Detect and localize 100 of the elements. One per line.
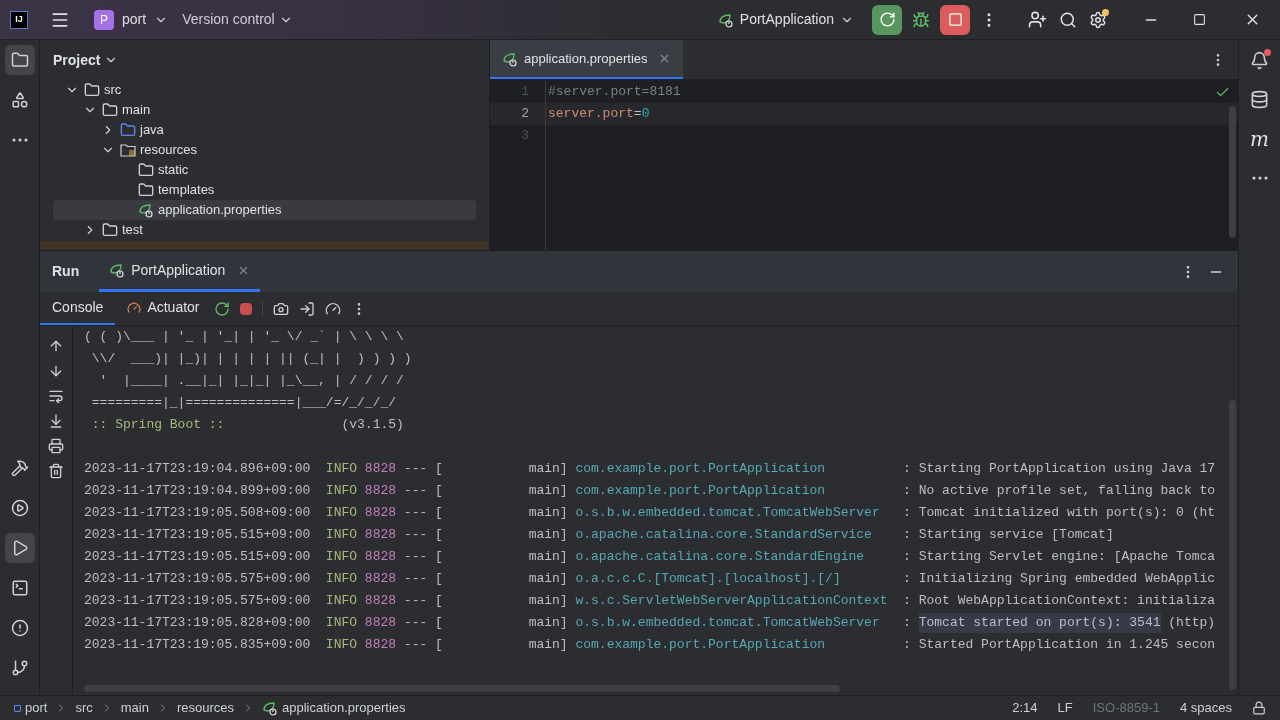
log-pid: 8828: [364, 548, 398, 567]
search-icon[interactable]: [1059, 10, 1077, 29]
settings-button[interactable]: [1089, 10, 1107, 29]
log-message: No active profile set, falling back to: [918, 482, 1216, 501]
stop-icon[interactable]: [239, 302, 252, 315]
printer-icon[interactable]: [48, 438, 64, 454]
module-icon: [14, 704, 21, 712]
log-separator: ---: [403, 483, 428, 499]
more-icon: [1251, 176, 1268, 180]
log-timestamp: 2023-11-17T23:19:05.575+09:00: [84, 570, 312, 589]
folder-icon: [84, 82, 100, 98]
banner-line: =========|_|==============|___/=/_/_/_/: [90, 394, 397, 413]
database-button[interactable]: [1250, 90, 1269, 109]
log-thread: main]: [528, 615, 568, 631]
banner-version: (v3.1.5): [341, 416, 404, 435]
arrow-up-icon[interactable]: [48, 338, 64, 354]
maximize-icon[interactable]: [1193, 13, 1206, 26]
log-level: INFO: [325, 504, 359, 523]
log-bracket: [: [435, 483, 443, 499]
lock-icon[interactable]: [1252, 701, 1266, 715]
shapes-icon: [10, 91, 29, 109]
folder-icon: [102, 222, 118, 238]
cursor-position[interactable]: 2:14: [1012, 698, 1038, 718]
login-icon[interactable]: [298, 300, 315, 317]
code-comment: #server.port=8181: [548, 83, 681, 102]
arrow-down-icon[interactable]: [48, 363, 64, 379]
tree-item[interactable]: application.properties: [53, 200, 476, 220]
log-timestamp: 2023-11-17T23:19:05.828+09:00: [84, 614, 312, 633]
maven-button[interactable]: m: [1250, 129, 1269, 149]
log-separator: ---: [403, 549, 428, 565]
wrap-icon[interactable]: [48, 388, 64, 404]
panel-title[interactable]: Project: [53, 49, 119, 71]
code-line: server.port=0: [548, 105, 650, 124]
log-colon: :: [903, 505, 911, 521]
log-level: INFO: [325, 592, 359, 611]
spring-icon: [109, 262, 126, 278]
rerun-icon[interactable]: [213, 300, 230, 317]
tool-window-title: Run: [52, 262, 80, 281]
tree-item[interactable]: src: [53, 80, 476, 100]
editor-tab[interactable]: application.properties: [490, 40, 683, 79]
log-separator: ---: [403, 593, 428, 609]
scroll-end-icon[interactable]: [48, 413, 64, 429]
log-separator: ---: [403, 615, 428, 631]
log-logger: o.apache.catalina.core.StandardService: [575, 527, 872, 543]
log-message: Starting service [Tomcat]: [918, 526, 1114, 545]
actuator-tab[interactable]: Actuator: [115, 292, 212, 325]
breadcrumb[interactable]: main: [120, 698, 149, 718]
log-pid: 8828: [364, 460, 398, 479]
log-pid: 8828: [364, 504, 398, 523]
app-logo[interactable]: IJ: [10, 10, 28, 29]
project-switcher[interactable]: P port: [90, 4, 173, 35]
gauge-icon[interactable]: [324, 300, 341, 317]
log-thread: main]: [528, 593, 568, 609]
folder-button[interactable]: [4, 45, 35, 75]
stop-icon: [947, 12, 963, 27]
log-pid: 8828: [364, 570, 398, 589]
log-separator: ---: [403, 527, 428, 543]
breadcrumb[interactable]: application.properties: [262, 698, 406, 718]
bell-button[interactable]: [1250, 51, 1269, 70]
add-user-icon[interactable]: [1028, 10, 1047, 29]
tree-label: src: [104, 81, 122, 100]
trash-icon[interactable]: [48, 463, 64, 479]
rerun-button[interactable]: [872, 4, 902, 35]
tree-item[interactable]: test: [53, 220, 476, 240]
log-thread: main]: [528, 637, 568, 653]
line-number: 2: [521, 105, 529, 124]
log-thread: main]: [528, 527, 568, 543]
log-colon: :: [903, 527, 911, 543]
log-logger: o.apache.catalina.core.StandardEngine: [575, 549, 865, 565]
stop-button[interactable]: [940, 4, 970, 35]
breadcrumb[interactable]: src: [75, 698, 93, 718]
vcs-menu[interactable]: Version control: [182, 9, 293, 30]
tree-label: main: [122, 101, 151, 120]
line-separator[interactable]: LF: [1057, 698, 1073, 718]
breadcrumb[interactable]: port: [14, 698, 48, 718]
camera-icon[interactable]: [272, 300, 289, 317]
run-tab[interactable]: PortApplication: [99, 251, 261, 292]
log-logger: w.s.c.ServletWebServerApplicationContext: [575, 593, 888, 609]
tree-item[interactable]: templates: [53, 180, 476, 200]
tree-item[interactable]: resources: [53, 140, 476, 160]
log-pid: 8828: [364, 636, 398, 655]
log-bracket: [: [435, 505, 443, 521]
play-circle-icon: [10, 499, 29, 517]
bell-icon: [1250, 51, 1269, 70]
run-button[interactable]: [4, 533, 35, 563]
log-message: Starting PortApplication using Java 17: [918, 460, 1216, 479]
tree-label: resources: [140, 141, 198, 160]
tree-item[interactable]: java: [53, 120, 476, 140]
bug-icon: [912, 10, 930, 29]
breadcrumb[interactable]: resources: [176, 698, 234, 718]
log-timestamp: 2023-11-17T23:19:05.835+09:00: [84, 636, 312, 655]
log-pid: 8828: [364, 614, 398, 633]
indent-setting[interactable]: 4 spaces: [1179, 698, 1232, 718]
tree-item[interactable]: main: [53, 100, 476, 120]
run-configuration[interactable]: PortApplication: [717, 9, 854, 30]
log-pid: 8828: [364, 482, 398, 501]
folder-icon: [10, 51, 29, 69]
log-bracket: [: [435, 571, 443, 587]
tree-item[interactable]: static: [53, 160, 476, 180]
tree-label: templates: [158, 181, 215, 200]
